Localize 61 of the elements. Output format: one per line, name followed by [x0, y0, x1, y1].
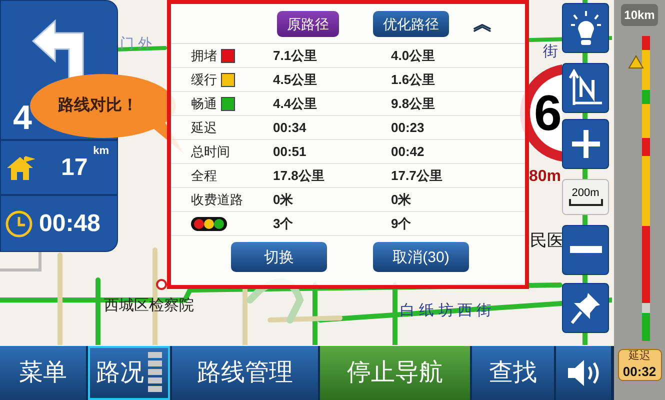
- zoom-out-button[interactable]: [562, 225, 609, 275]
- speed-camera-distance: 80m: [529, 169, 562, 185]
- map-place-label: 西城区检察院: [104, 298, 194, 313]
- row-label: 延迟: [191, 118, 217, 137]
- route-value: 17.7公里: [391, 166, 442, 185]
- route-value: 00:23: [391, 118, 424, 137]
- range-label: 10km: [621, 4, 658, 26]
- clock-icon: [5, 210, 33, 238]
- route-value: 17.8公里: [273, 166, 326, 185]
- distance-unit: km: [93, 144, 109, 159]
- row-label: 缓行: [191, 70, 217, 89]
- bubble-text: 路线对比！: [58, 96, 138, 116]
- route-value: 4.0公里: [391, 46, 436, 65]
- minus-icon: [570, 246, 602, 254]
- collapse-button[interactable]: ︽: [473, 14, 493, 34]
- remaining-time: 00:48: [39, 208, 100, 238]
- route-value: 0米: [391, 190, 412, 209]
- row-label: 收费道路: [191, 190, 243, 209]
- light-bulb-icon: [568, 9, 602, 47]
- home-icon: [5, 154, 35, 182]
- route-value: 00:42: [391, 142, 424, 161]
- bottom-menu-button[interactable]: 路线管理: [172, 346, 318, 400]
- panel-button[interactable]: 取消(30): [373, 242, 469, 272]
- delay-badge: 延迟 00:32: [618, 349, 662, 381]
- row-label: 全程: [191, 166, 217, 185]
- north-up-button[interactable]: [562, 63, 609, 113]
- map-scale-indicator: 200m: [562, 179, 609, 215]
- brightness-bulb-button[interactable]: [562, 3, 609, 53]
- route-value: 9个: [391, 214, 412, 233]
- route-value: 0米: [273, 190, 294, 209]
- bottom-menu-button[interactable]: 菜单: [0, 346, 86, 400]
- traffic-light-icon: [191, 216, 227, 230]
- zoom-in-button[interactable]: [562, 119, 609, 169]
- bottom-menu-button[interactable]: 查找: [472, 346, 554, 400]
- pushpin-icon: [570, 291, 602, 325]
- pin-button[interactable]: [562, 283, 609, 333]
- route-tab[interactable]: 原路径: [277, 10, 339, 36]
- route-value: 4.4公里: [273, 94, 318, 113]
- route-value: 1.6公里: [391, 70, 436, 89]
- row-label: 畅通: [191, 94, 217, 113]
- row-label: 拥堵: [191, 46, 217, 65]
- plus-icon: [570, 128, 602, 160]
- route-value: 3个: [273, 214, 294, 233]
- volume-button[interactable]: [556, 346, 611, 400]
- speaker-icon: [566, 358, 602, 388]
- distance-value: 4: [13, 101, 32, 135]
- map-place-label: 街: [543, 44, 558, 59]
- route-tab[interactable]: 优化路径: [373, 10, 449, 36]
- route-value: 00:51: [273, 142, 308, 161]
- bottom-menu-button[interactable]: 停止导航: [320, 346, 470, 400]
- bottom-menu-button[interactable]: 路况: [88, 346, 170, 400]
- route-value: 4.5公里: [273, 70, 318, 89]
- remaining-distance: 17: [61, 152, 88, 182]
- map-place-label: 民医: [530, 232, 564, 249]
- route-value: 9.8公里: [391, 94, 436, 113]
- panel-button[interactable]: 切换: [231, 242, 327, 272]
- route-value: 7.1公里: [273, 46, 318, 65]
- route-value: 00:34: [273, 118, 308, 137]
- north-up-icon: [568, 69, 604, 107]
- level-bars-icon: [148, 352, 162, 394]
- row-label: 总时间: [191, 142, 230, 161]
